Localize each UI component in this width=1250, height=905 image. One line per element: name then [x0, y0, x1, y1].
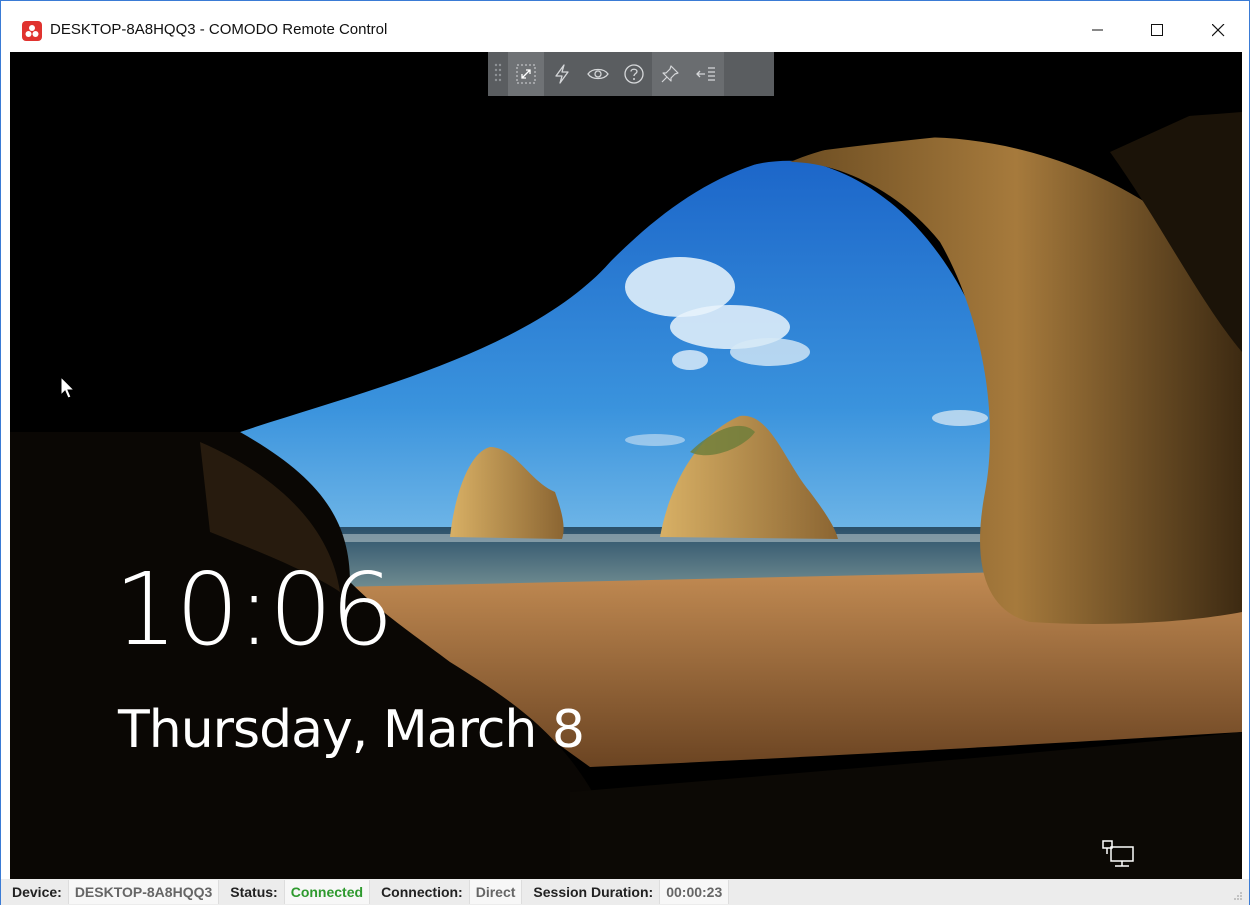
resize-grip-icon[interactable] [1233, 891, 1243, 901]
fullscreen-icon [516, 64, 536, 84]
pin-icon [661, 65, 679, 83]
pin-toolbar-button[interactable] [652, 52, 688, 96]
lockscreen-date: Thursday, March 8 [118, 700, 585, 760]
view-only-button[interactable] [580, 52, 616, 96]
title-bar[interactable]: DESKTOP-8A8HQQ3 - COMODO Remote Control [1, 1, 1249, 52]
status-label: Status: [230, 884, 278, 900]
session-toolbar [488, 52, 774, 96]
help-button[interactable] [616, 52, 652, 96]
maximize-icon [1150, 23, 1163, 36]
grip-dots-icon [494, 63, 502, 82]
remote-screen[interactable]: 10:06 Thursday, March 8 [10, 52, 1242, 879]
duration-value: 00:00:23 [659, 880, 730, 904]
window-title: DESKTOP-8A8HQQ3 - COMODO Remote Control [50, 21, 388, 38]
comodo-app-icon [22, 21, 42, 41]
mouse-cursor-icon [60, 376, 76, 399]
collapse-menu-icon [696, 67, 715, 81]
lightning-icon [555, 64, 569, 84]
status-bar: Device: DESKTOP-8A8HQQ3 Status: Connecte… [1, 879, 1249, 905]
connection-value: Direct [468, 880, 523, 904]
duration-label: Session Duration: [533, 884, 654, 900]
actions-button[interactable] [544, 52, 580, 96]
close-icon [1211, 23, 1224, 36]
eye-icon [587, 68, 609, 80]
collapse-toolbar-button[interactable] [688, 52, 724, 96]
toolbar-drag-handle[interactable] [488, 52, 508, 96]
status-value: Connected [283, 880, 371, 904]
lockscreen-time: 10:06 [114, 551, 394, 668]
remote-control-window: DESKTOP-8A8HQQ3 - COMODO Remote Control [0, 0, 1250, 905]
minimize-button[interactable] [1075, 8, 1121, 52]
network-status-icon[interactable] [1099, 837, 1137, 871]
fullscreen-button[interactable] [508, 52, 544, 96]
close-button[interactable] [1195, 8, 1241, 52]
connection-label: Connection: [381, 884, 463, 900]
question-icon [624, 64, 644, 84]
maximize-button[interactable] [1134, 8, 1180, 52]
minimize-icon [1092, 29, 1103, 31]
device-label: Device: [12, 884, 62, 900]
device-value: DESKTOP-8A8HQQ3 [67, 880, 220, 904]
